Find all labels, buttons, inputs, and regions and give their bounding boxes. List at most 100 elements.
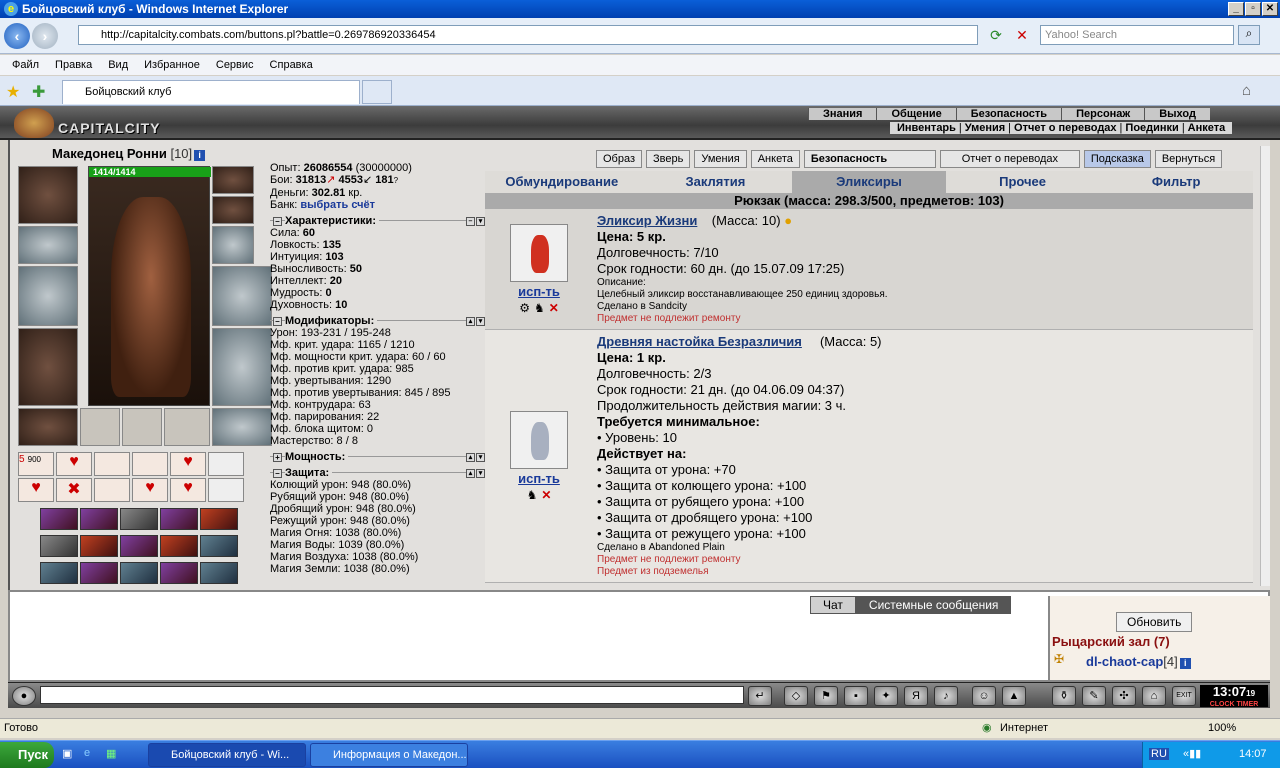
search-input[interactable]: Yahoo! Search (1040, 25, 1234, 45)
move-up-icon[interactable]: ▴ (466, 452, 475, 462)
minimize-button[interactable]: _ (1228, 2, 1244, 16)
stop-icon[interactable]: ✕ (1012, 27, 1032, 45)
search-icon[interactable]: ⌕ (1238, 25, 1260, 45)
eraser-icon[interactable]: ◇ (784, 686, 808, 706)
bracers-slot[interactable] (18, 226, 78, 264)
potion-image[interactable] (510, 223, 568, 282)
section-powers[interactable]: + Мощность: ▴ ▾ (270, 451, 485, 463)
subnav-fights[interactable]: Поединки (1122, 122, 1181, 134)
tray-icons[interactable]: «▮▮ (1183, 747, 1201, 760)
boots-slot[interactable] (212, 408, 272, 446)
effect-icon[interactable] (80, 562, 118, 584)
nav-exit[interactable]: Выход (1144, 108, 1210, 120)
heart-icon[interactable]: ♥ (170, 452, 206, 476)
security-button[interactable]: Безопасность (803, 150, 936, 168)
expand-section-icon[interactable]: ▾ (476, 216, 485, 226)
move-up-icon[interactable]: ▴ (466, 316, 475, 326)
new-tab-button[interactable] (362, 80, 392, 104)
room-user[interactable]: dl-chaot-cap[4] i (1086, 654, 1191, 669)
effect-icon[interactable] (200, 535, 238, 557)
effect-icon[interactable] (120, 508, 158, 530)
ie-quicklaunch-icon[interactable]: e (84, 747, 90, 759)
forward-button[interactable]: › (32, 23, 58, 49)
effect-icon[interactable] (40, 535, 78, 557)
transfers-report-button[interactable]: Отчет о переводах (939, 150, 1080, 168)
nav-knowledge[interactable]: Знания (808, 108, 877, 120)
translit-icon[interactable]: Я (904, 686, 928, 706)
transfer-icon[interactable]: ⚙ (519, 301, 530, 315)
heart-icon[interactable]: ♥ (170, 478, 206, 502)
favorites-star-icon[interactable]: ★ (6, 82, 20, 102)
info-icon[interactable]: i (194, 150, 206, 161)
add-favorite-icon[interactable]: ✚ (32, 82, 45, 102)
nav-security[interactable]: Безопасность (955, 108, 1062, 120)
send-icon[interactable]: ↵ (748, 686, 772, 706)
give-icon[interactable]: ♞ (534, 301, 545, 315)
item-name[interactable]: Древняя настойка Безразличия (597, 334, 802, 349)
quick-slot[interactable] (208, 478, 244, 502)
ring-slot-2[interactable] (122, 408, 162, 446)
smiley-icon[interactable]: ☺ (972, 686, 996, 706)
move-down-icon[interactable]: ▾ (476, 468, 485, 478)
refresh-button[interactable]: Обновить (1116, 612, 1193, 632)
app-quicklaunch-icon[interactable]: ▦ (106, 747, 116, 760)
desktop-icon[interactable]: ▣ (62, 747, 72, 760)
start-button[interactable]: Пуск (0, 742, 54, 768)
home-icon[interactable]: ⌂ (1242, 82, 1251, 99)
subnav-transfers[interactable]: Отчет о переводах (1011, 122, 1120, 134)
potion-image[interactable] (510, 410, 568, 469)
weapon-left-slot[interactable] (18, 266, 78, 326)
fighter-icon[interactable]: ✦ (874, 686, 898, 706)
hint-button[interactable]: Подсказка (1083, 150, 1151, 168)
room-user-name[interactable]: dl-chaot-cap (1086, 654, 1163, 669)
zoom-level[interactable]: 100% (1208, 722, 1236, 734)
scroll-icon[interactable]: ✎ (1082, 686, 1106, 706)
save-icon[interactable]: ▪ (844, 686, 868, 706)
effect-icon[interactable] (160, 535, 198, 557)
effect-icon[interactable] (200, 562, 238, 584)
menu-help[interactable]: Справка (262, 59, 321, 71)
tab-equipment[interactable]: Обмундирование (485, 171, 639, 193)
filter-icon[interactable]: ⚑ (814, 686, 838, 706)
menu-tools[interactable]: Сервис (208, 59, 262, 71)
heart-icon[interactable]: ♥ (56, 452, 92, 476)
image-button[interactable]: Образ (596, 150, 643, 168)
exit-icon[interactable]: EXIT (1172, 686, 1196, 706)
profile-button[interactable]: Анкета (750, 150, 800, 168)
chat-input[interactable] (40, 686, 744, 704)
speaker-icon[interactable]: ● (12, 686, 36, 706)
heart-icon[interactable]: ♥ (132, 478, 168, 502)
quick-slot[interactable] (132, 452, 168, 476)
move-down-icon[interactable]: ▾ (476, 452, 485, 462)
bank-link[interactable]: выбрать счёт (300, 199, 375, 211)
url-field[interactable]: http://capitalcity.combats.com/buttons.p… (78, 25, 978, 45)
quick-slot[interactable] (94, 478, 130, 502)
skills-button[interactable]: Умения (694, 150, 747, 168)
legs-slot[interactable] (212, 328, 272, 406)
ring-slot-1[interactable] (80, 408, 120, 446)
task-combats[interactable]: Бойцовский клуб - Wi... (148, 743, 306, 767)
subnav-skills[interactable]: Умения (962, 122, 1008, 134)
effect-icon[interactable] (200, 508, 238, 530)
browser-tab-active[interactable]: Бойцовский клуб (62, 80, 360, 104)
character-avatar[interactable]: 1414/1414 (88, 166, 211, 406)
tab-filter[interactable]: Фильтр (1099, 171, 1253, 193)
effect-icon[interactable] (160, 562, 198, 584)
language-indicator[interactable]: RU (1149, 748, 1169, 760)
effect-icon[interactable] (80, 535, 118, 557)
give-icon[interactable]: ♞ (527, 488, 538, 502)
maximize-button[interactable]: ▫ (1245, 2, 1261, 16)
map-icon[interactable]: ✣ (1112, 686, 1136, 706)
return-button[interactable]: Вернуться (1154, 150, 1223, 168)
move-down-icon[interactable]: ▾ (476, 316, 485, 326)
quick-slot[interactable]: 5 900 (18, 452, 54, 476)
item-name[interactable]: Эликсир Жизни (597, 213, 697, 228)
menu-file[interactable]: Файл (4, 59, 47, 71)
bag-icon[interactable]: ⚱ (1052, 686, 1076, 706)
nav-communication[interactable]: Общение (876, 108, 956, 120)
section-modifiers[interactable]: – Модификаторы: ▴ ▾ (270, 315, 485, 327)
delete-icon[interactable]: ✕ (541, 488, 551, 502)
minimize-section-icon[interactable]: – (466, 216, 475, 226)
collapse-icon[interactable]: – (273, 316, 282, 326)
quick-slot[interactable] (94, 452, 130, 476)
